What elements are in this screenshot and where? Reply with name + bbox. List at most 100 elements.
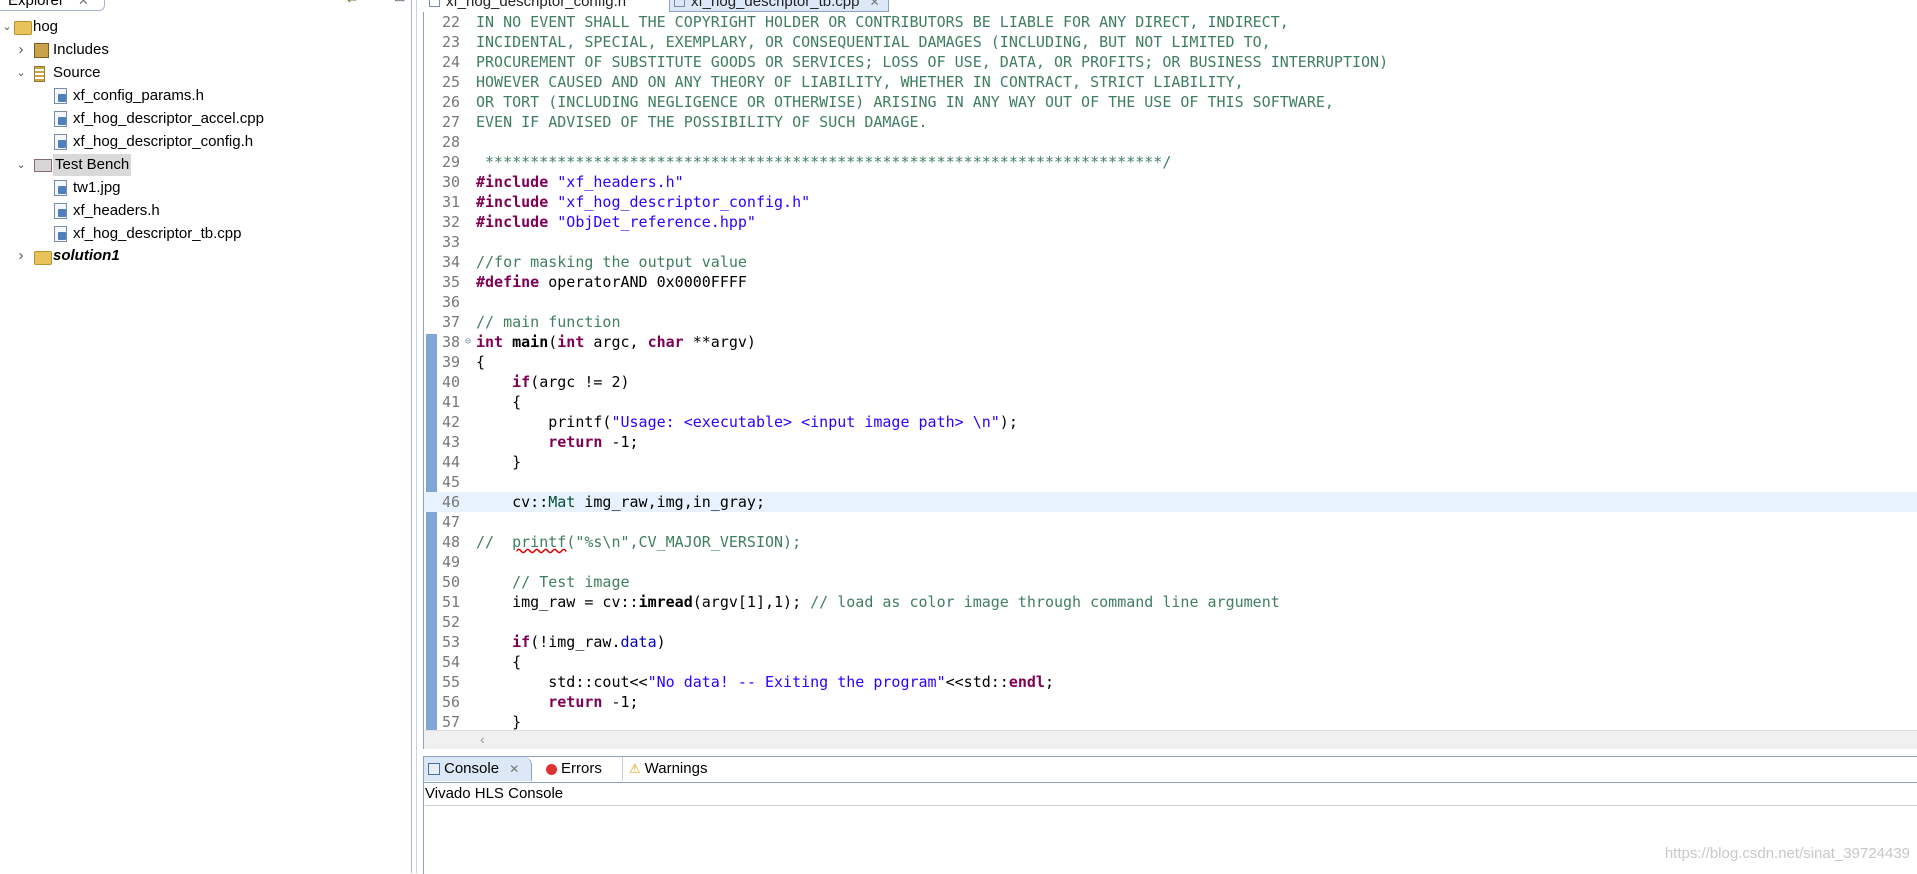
code-line[interactable]: 48 // printf("%s\n",CV_MAJOR_VERSION); (424, 532, 1917, 552)
line-number: 26 (442, 93, 461, 111)
code-text: // Test image (476, 573, 630, 591)
code-line[interactable]: 39 { (424, 352, 1917, 372)
chevron-down-icon[interactable]: ⌄ (0, 16, 14, 38)
tree-item-tw1-jpg[interactable]: tw1.jpg (0, 177, 405, 199)
tree-item-xf-hog-descriptor-accel-cpp[interactable]: xf_hog_descriptor_accel.cpp (0, 108, 405, 130)
code-line[interactable]: 24 PROCUREMENT OF SUBSTITUTE GOODS OR SER… (424, 52, 1917, 72)
code-text: #define operatorAND 0x0000FFFF (476, 273, 747, 291)
code-text: { (476, 393, 522, 411)
code-line[interactable]: 42 printf("Usage: <executable> <input im… (424, 412, 1917, 432)
tree-item-solution1[interactable]: › solution1 (0, 245, 405, 267)
code-line[interactable]: 22 IN NO EVENT SHALL THE COPYRIGHT HOLDER… (424, 12, 1917, 32)
close-icon[interactable]: ✕ (870, 0, 880, 9)
horizontal-scrollbar[interactable]: ‹ (424, 730, 1917, 749)
tree-item-label: xf_hog_descriptor_tb.cpp (73, 225, 242, 242)
code-line[interactable]: 30 #include "xf_headers.h" (424, 172, 1917, 192)
code-text: } (476, 713, 522, 730)
console-panel: Console ✕ Errors ⚠ Warnings Vivado HLS Co… (423, 756, 1917, 874)
line-number: 55 (442, 673, 461, 691)
tree-item-label: Includes (53, 41, 109, 58)
code-area[interactable]: 22 IN NO EVENT SHALL THE COPYRIGHT HOLDER… (424, 12, 1917, 730)
tree-item-includes[interactable]: › Includes (0, 39, 405, 61)
code-line[interactable]: 51 img_raw = cv::imread(argv[1],1); // l… (424, 592, 1917, 612)
tree-item-xf-hog-descriptor-config-h[interactable]: xf_hog_descriptor_config.h (0, 131, 405, 153)
line-number: 30 (442, 173, 461, 191)
code-line[interactable]: 52 (424, 612, 1917, 632)
code-line[interactable]: 32 #include "ObjDet_reference.hpp" (424, 212, 1917, 232)
tree-item-source[interactable]: ⌄ Source (0, 62, 405, 84)
line-number: 54 (442, 653, 461, 671)
tab-xf-hog-descriptor-tb-cpp[interactable]: xf_hog_descriptor_tb.cpp ✕ (669, 0, 889, 12)
code-line[interactable]: 37 // main function (424, 312, 1917, 332)
code-line[interactable]: 25 HOWEVER CAUSED AND ON ANY THEORY OF LI… (424, 72, 1917, 92)
link-editor-icon[interactable]: ⇄ (347, 0, 357, 5)
code-line[interactable]: 56 return -1; (424, 692, 1917, 712)
line-number: 57 (442, 713, 461, 730)
code-line[interactable]: 34 //for masking the output value (424, 252, 1917, 272)
tree-item-xf-config-params-h[interactable]: xf_config_params.h (0, 85, 405, 107)
console-tab-bar: Console ✕ Errors ⚠ Warnings (424, 757, 1917, 783)
tab-console[interactable]: Console ✕ (424, 757, 532, 781)
code-line[interactable]: 50 // Test image (424, 572, 1917, 592)
line-number: 48 (442, 533, 461, 551)
code-line[interactable]: 55 std::cout<<"No data! -- Exiting the p… (424, 672, 1917, 692)
code-line[interactable]: 57 } (424, 712, 1917, 730)
code-line[interactable]: 36 (424, 292, 1917, 312)
file-icon (429, 0, 440, 7)
tree-item-label: Test Bench (53, 154, 132, 176)
code-editor[interactable]: 22 IN NO EVENT SHALL THE COPYRIGHT HOLDER… (423, 12, 1917, 749)
code-text: if(!img_raw.data) (512, 633, 666, 651)
code-line[interactable]: 26 OR TORT (INCLUDING NEGLIGENCE OR OTHER… (424, 92, 1917, 112)
chevron-right-icon[interactable]: › (14, 245, 28, 267)
code-line[interactable]: 53 if(!img_raw.data) (424, 632, 1917, 652)
tab-xf-hog-descriptor-config-h[interactable]: xf_hog_descriptor_config.h (429, 0, 626, 11)
code-line[interactable]: 47 (424, 512, 1917, 532)
watermark: https://blog.csdn.net/sinat_39724439 (1664, 845, 1910, 862)
tree-item-label: xf_config_params.h (73, 87, 204, 104)
code-line[interactable]: 54 { (424, 652, 1917, 672)
code-line[interactable]: 27 EVEN IF ADVISED OF THE POSSIBILITY OF … (424, 112, 1917, 132)
scroll-left-icon[interactable]: ‹ (480, 731, 485, 748)
tree-item-label: hog (33, 18, 59, 35)
line-number: 34 (442, 253, 461, 271)
code-line[interactable]: 28 (424, 132, 1917, 152)
minimize-icon[interactable]: ▭ (394, 0, 405, 5)
code-line[interactable]: 49 (424, 552, 1917, 572)
tab-errors[interactable]: Errors (546, 757, 602, 781)
code-text: EVEN IF ADVISED OF THE POSSIBILITY OF SU… (476, 113, 928, 131)
code-text: INCIDENTAL, SPECIAL, EXEMPLARY, OR CONSE… (476, 33, 1271, 51)
chevron-right-icon[interactable]: › (14, 39, 28, 61)
line-number: 22 (442, 13, 461, 31)
chevron-down-icon[interactable]: ⌄ (14, 62, 28, 84)
line-number: 41 (442, 393, 461, 411)
line-number: 47 (442, 513, 461, 531)
code-line[interactable]: 46 cv::Mat img_raw,img,in_gray; (424, 492, 1917, 512)
code-line[interactable]: 23 INCIDENTAL, SPECIAL, EXEMPLARY, OR CON… (424, 32, 1917, 52)
code-line[interactable]: 35 #define operatorAND 0x0000FFFF (424, 272, 1917, 292)
tree-item-xf-hog-descriptor-tb-cpp[interactable]: xf_hog_descriptor_tb.cpp (0, 223, 405, 245)
chevron-down-icon[interactable]: ⌄ (14, 154, 28, 176)
line-number: 40 (442, 373, 461, 391)
tree-item-xf-headers-h[interactable]: xf_headers.h (0, 200, 405, 222)
code-line[interactable]: 43 return -1; (424, 432, 1917, 452)
code-line[interactable]: 45 (424, 472, 1917, 492)
tab-warnings[interactable]: ⚠ Warnings (622, 757, 707, 781)
tree-item-label: Source (53, 64, 101, 81)
code-line[interactable]: 38 ⊖ int main(int argc, char **argv) (424, 332, 1917, 352)
code-line[interactable]: 33 (424, 232, 1917, 252)
fold-collapse-icon[interactable]: ⊖ (465, 332, 471, 352)
close-icon[interactable]: ✕ (509, 762, 519, 776)
testbench-folder-icon (34, 159, 52, 172)
code-line[interactable]: 41 { (424, 392, 1917, 412)
tree-item-test-bench[interactable]: ⌄ Test Bench (0, 154, 405, 176)
line-number: 53 (442, 633, 461, 651)
close-icon[interactable]: ✕ (78, 0, 89, 8)
code-line[interactable]: 29 *************************************… (424, 152, 1917, 172)
code-line[interactable]: 44 } (424, 452, 1917, 472)
line-number: 23 (442, 33, 461, 51)
tab-explorer[interactable]: Explorer ✕ (0, 0, 105, 11)
code-line[interactable]: 40 if(argc != 2) (424, 372, 1917, 392)
header-file-icon (54, 88, 67, 104)
code-line[interactable]: 31 #include "xf_hog_descriptor_config.h" (424, 192, 1917, 212)
tree-item-hog[interactable]: ⌄ hog (0, 16, 405, 38)
